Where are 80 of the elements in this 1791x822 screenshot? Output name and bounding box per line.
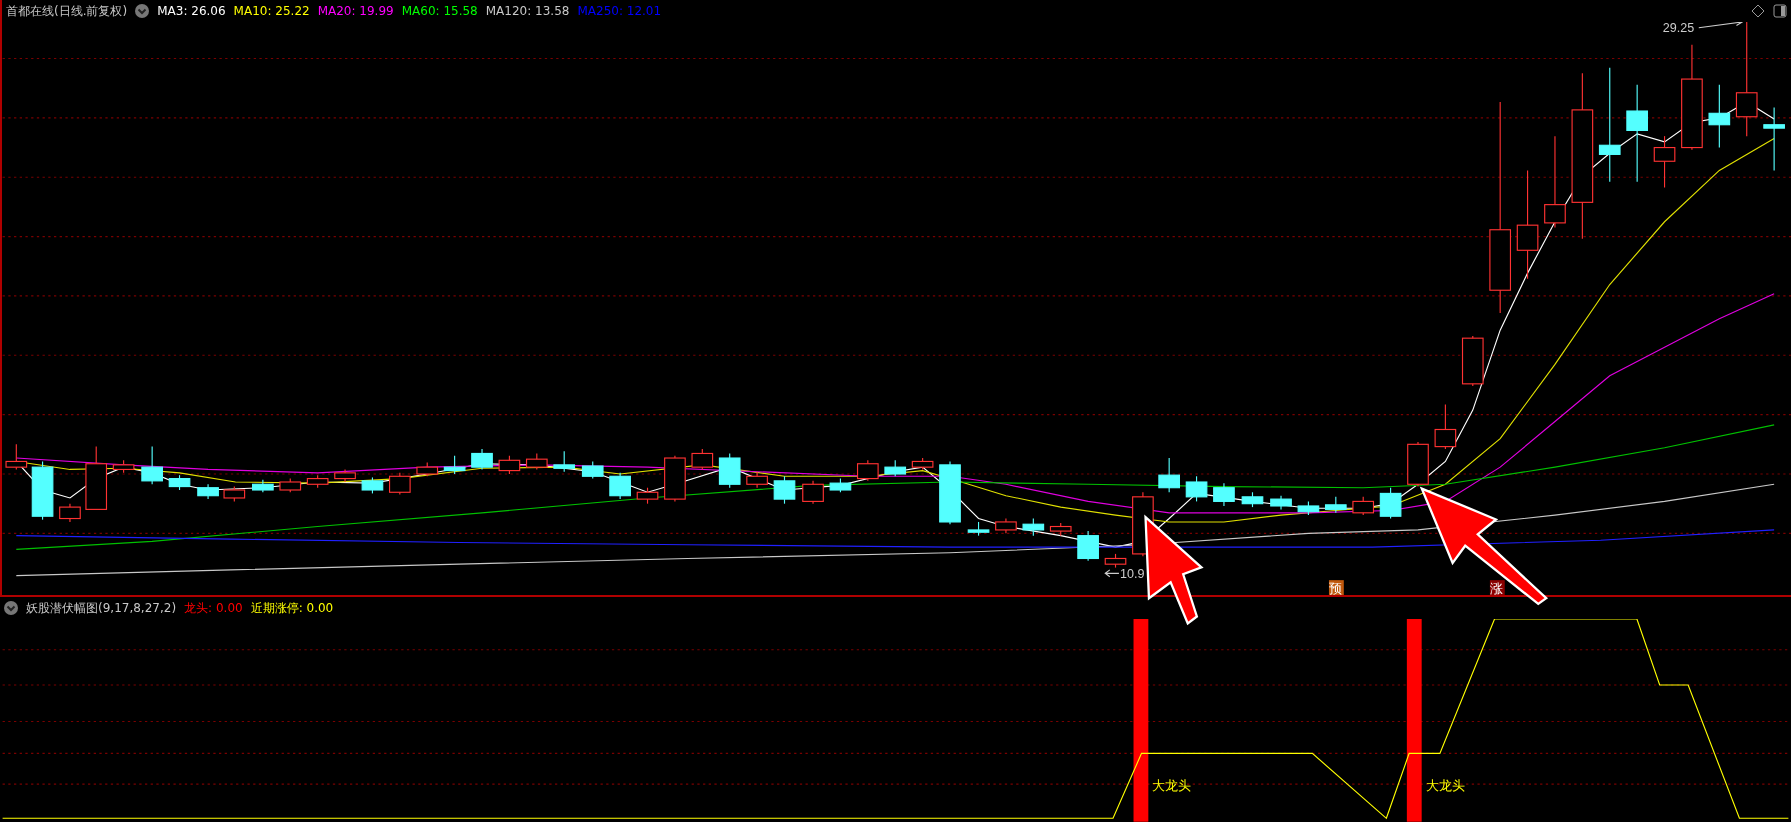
candlestick bbox=[1407, 441, 1429, 488]
candlestick bbox=[1077, 530, 1099, 562]
candlestick bbox=[1352, 496, 1375, 516]
candlestick bbox=[773, 475, 796, 505]
diamond-icon[interactable] bbox=[1751, 4, 1765, 18]
candlestick bbox=[1434, 403, 1457, 450]
candlestick bbox=[636, 487, 659, 505]
candlestick bbox=[141, 446, 163, 485]
ma-value-label: MA250: 12.01 bbox=[577, 4, 662, 18]
candlestick bbox=[939, 460, 961, 525]
candlestick bbox=[553, 450, 576, 473]
candlestick bbox=[995, 517, 1017, 534]
candlestick bbox=[691, 448, 714, 470]
candlestick bbox=[525, 452, 548, 470]
signal-marker: 预 bbox=[1328, 580, 1344, 595]
ma-value-label: MA3: 26.06 bbox=[157, 4, 226, 18]
indicator-value-label: 龙头: 0.00 bbox=[184, 599, 243, 617]
candlestick bbox=[1324, 496, 1347, 514]
arrow-icon bbox=[1144, 514, 1204, 626]
candlestick bbox=[911, 457, 934, 470]
candlestick bbox=[1708, 84, 1731, 149]
candlestick bbox=[59, 503, 81, 523]
candlestick bbox=[389, 472, 411, 496]
candlestick bbox=[1213, 482, 1235, 507]
candlestick bbox=[1104, 553, 1127, 569]
high-price-label: 29.25 bbox=[1662, 22, 1695, 36]
indicator-title: 妖股潜伏幅图(9,17,8,27,2) bbox=[26, 599, 177, 617]
candlestick bbox=[1158, 457, 1180, 493]
candlestick bbox=[884, 459, 907, 477]
pointer-arrow-icon bbox=[1104, 569, 1120, 578]
candlestick bbox=[1022, 517, 1045, 537]
candlestick bbox=[334, 468, 356, 483]
low-price-label: 10.9 bbox=[1120, 566, 1145, 581]
candlestick bbox=[1185, 475, 1208, 502]
candlestick bbox=[416, 462, 439, 477]
ma-value-label: MA60: 15.58 bbox=[401, 4, 478, 18]
candlestick bbox=[1461, 335, 1484, 387]
candlestick bbox=[168, 474, 191, 491]
candlestick bbox=[443, 455, 466, 475]
candlestick bbox=[802, 480, 824, 505]
candlestick bbox=[1763, 107, 1785, 171]
candlestick bbox=[1049, 522, 1072, 537]
candlestick bbox=[252, 479, 274, 493]
candlestick bbox=[1653, 135, 1676, 189]
candlestick bbox=[197, 483, 219, 500]
candlestick bbox=[306, 474, 329, 489]
candlestick bbox=[85, 446, 108, 510]
candlestick bbox=[746, 471, 768, 489]
signal-marker: 涨 bbox=[1489, 580, 1505, 595]
dropdown-icon[interactable] bbox=[135, 4, 150, 18]
candlestick bbox=[718, 452, 741, 489]
indicator-value-label: 近期涨停: 0.00 bbox=[250, 599, 334, 617]
candlestick bbox=[1379, 487, 1402, 520]
candlestick bbox=[1241, 491, 1264, 508]
candlestick bbox=[1297, 500, 1320, 516]
candlestick bbox=[581, 460, 604, 480]
candlestick bbox=[664, 455, 686, 502]
candlestick bbox=[223, 486, 246, 502]
candlestick bbox=[471, 448, 493, 470]
signal-label: 大龙头 bbox=[1151, 777, 1191, 793]
candlestick bbox=[279, 478, 302, 493]
dropdown-icon[interactable] bbox=[4, 601, 18, 615]
ma-value-label: MA20: 19.99 bbox=[317, 4, 394, 18]
candlestick bbox=[856, 459, 879, 482]
arrow-icon bbox=[1419, 486, 1549, 606]
chart-title: 首都在线(日线.前复权) bbox=[6, 2, 128, 20]
candlestick bbox=[31, 460, 54, 521]
candlestick bbox=[967, 521, 990, 537]
ma-value-label: MA10: 25.22 bbox=[233, 4, 310, 18]
candlestick bbox=[829, 478, 852, 493]
candlestick bbox=[1270, 495, 1292, 510]
ma-value-label: MA120: 13.58 bbox=[485, 4, 570, 18]
candlestick bbox=[112, 459, 135, 474]
candlestick bbox=[609, 472, 631, 500]
candlestick bbox=[498, 455, 521, 475]
panel-icon[interactable] bbox=[1773, 4, 1787, 18]
candlestick bbox=[361, 476, 384, 494]
signal-label: 大龙头 bbox=[1426, 777, 1466, 793]
candlestick bbox=[5, 443, 28, 470]
pointer-arrow-icon bbox=[1698, 22, 1744, 29]
